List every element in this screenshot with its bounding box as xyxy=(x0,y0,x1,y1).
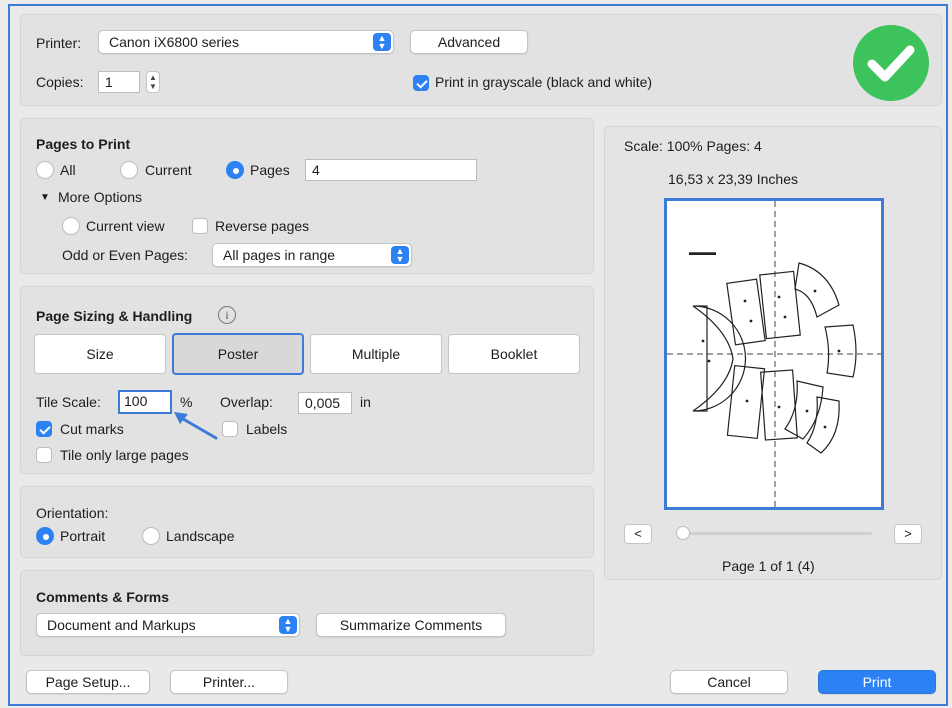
printer-label: Printer: xyxy=(36,35,82,51)
current-view-label: Current view xyxy=(86,218,165,234)
chevron-updown-icon: ▲ ▼ xyxy=(279,616,297,634)
landscape-radio[interactable] xyxy=(142,527,160,545)
pages-input[interactable]: 4 xyxy=(305,159,477,181)
more-options-label[interactable]: More Options xyxy=(58,189,142,205)
tab-size-label: Size xyxy=(86,346,114,362)
overlap-input[interactable]: 0,005 xyxy=(298,392,352,414)
grayscale-checkbox[interactable] xyxy=(413,75,429,91)
tab-poster-label: Poster xyxy=(217,346,259,362)
cut-marks-label: Cut marks xyxy=(60,421,124,437)
reverse-pages-label: Reverse pages xyxy=(215,218,310,234)
page-slider-track[interactable] xyxy=(680,532,872,535)
preview-dimensions: 16,53 x 23,39 Inches xyxy=(668,171,798,187)
odd-even-label: Odd or Even Pages: xyxy=(62,247,189,263)
grayscale-label: Print in grayscale (black and white) xyxy=(435,74,653,90)
advanced-button[interactable]: Advanced xyxy=(410,30,528,54)
printer-button[interactable]: Printer... xyxy=(170,670,288,694)
info-icon[interactable]: i xyxy=(218,306,236,324)
page-indicator: Page 1 of 1 (4) xyxy=(722,558,815,574)
portrait-label: Portrait xyxy=(60,528,106,544)
labels-checkbox[interactable] xyxy=(222,421,238,437)
page-setup-button[interactable]: Page Setup... xyxy=(26,670,150,694)
summarize-comments-button[interactable]: Summarize Comments xyxy=(316,613,506,637)
cancel-button[interactable]: Cancel xyxy=(670,670,788,694)
copies-label: Copies: xyxy=(36,74,84,90)
comments-select-value: Document and Markups xyxy=(47,617,196,633)
current-view-radio[interactable] xyxy=(62,217,80,235)
comments-select[interactable]: Document and Markups ▲ ▼ xyxy=(36,613,300,637)
current-label: Current xyxy=(145,162,192,178)
orientation-panel xyxy=(20,486,594,558)
page-sizing-title: Page Sizing & Handling xyxy=(36,308,193,324)
portrait-radio[interactable] xyxy=(36,527,54,545)
all-label: All xyxy=(60,162,76,178)
tab-size[interactable]: Size xyxy=(34,334,166,374)
disclosure-triangle-icon[interactable]: ▼ xyxy=(40,192,50,203)
labels-label: Labels xyxy=(246,421,288,437)
tab-booklet-label: Booklet xyxy=(490,346,538,362)
pages-radio[interactable] xyxy=(226,161,244,179)
odd-even-select[interactable]: All pages in range ▲ ▼ xyxy=(212,243,412,267)
prev-page-button[interactable]: < xyxy=(624,524,652,544)
print-button[interactable]: Print xyxy=(818,670,936,694)
page-slider-thumb[interactable] xyxy=(676,526,690,540)
chevron-updown-icon: ▲ ▼ xyxy=(391,246,409,264)
tile-scale-unit: % xyxy=(180,394,193,410)
tile-scale-label: Tile Scale: xyxy=(36,394,101,410)
printer-select-value: Canon iX6800 series xyxy=(109,34,239,50)
poster-preview-image: ▬▬▬ xyxy=(667,201,881,507)
tile-scale-input[interactable]: 100 xyxy=(118,390,172,414)
arrow-pointer-icon xyxy=(174,412,218,440)
copies-stepper[interactable]: ▲ ▼ xyxy=(146,71,160,93)
tile-large-label: Tile only large pages xyxy=(60,447,189,463)
printer-select[interactable]: Canon iX6800 series ▲ ▼ xyxy=(98,30,394,54)
tile-large-checkbox[interactable] xyxy=(36,447,52,463)
preview-scale-text: Scale: 100% Pages: 4 xyxy=(624,138,762,154)
tab-poster[interactable]: Poster xyxy=(172,333,304,375)
preview-page: ▬▬▬ xyxy=(664,198,884,510)
tab-booklet[interactable]: Booklet xyxy=(448,334,580,374)
overlap-label: Overlap: xyxy=(220,394,273,410)
success-check-icon xyxy=(853,25,929,101)
landscape-label: Landscape xyxy=(166,528,235,544)
all-radio[interactable] xyxy=(36,161,54,179)
pages-to-print-title: Pages to Print xyxy=(36,136,131,152)
chevron-updown-icon: ▲ ▼ xyxy=(373,33,391,51)
copies-input[interactable]: 1 xyxy=(98,71,140,93)
orientation-title: Orientation: xyxy=(36,505,109,521)
next-page-button[interactable]: > xyxy=(894,524,922,544)
tab-multiple-label: Multiple xyxy=(351,346,401,362)
tab-multiple[interactable]: Multiple xyxy=(310,334,442,374)
overlap-unit: in xyxy=(360,394,371,410)
reverse-pages-checkbox[interactable] xyxy=(192,218,208,234)
svg-text:▬▬▬: ▬▬▬ xyxy=(689,247,716,257)
comments-title: Comments & Forms xyxy=(36,589,170,605)
pages-label: Pages xyxy=(250,162,290,178)
cut-marks-checkbox[interactable] xyxy=(36,421,52,437)
odd-even-value: All pages in range xyxy=(223,247,336,263)
current-radio[interactable] xyxy=(120,161,138,179)
